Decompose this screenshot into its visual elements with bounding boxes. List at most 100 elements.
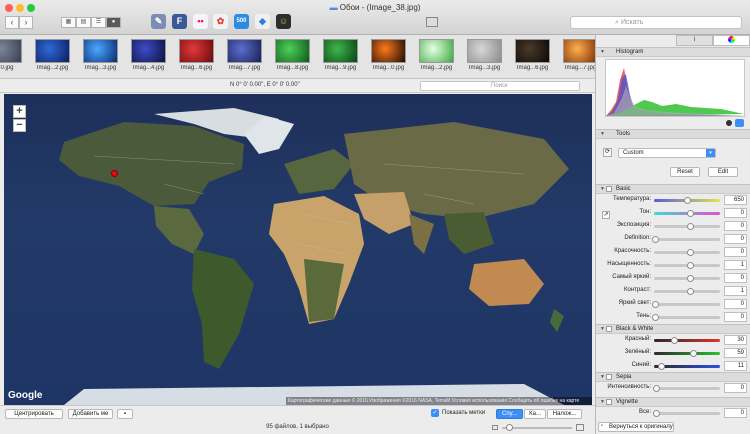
zoom-in-button[interactable]: + [13,105,26,118]
slider-track[interactable] [654,262,720,269]
thumbnail-size-knob[interactable] [506,424,513,431]
slider-knob[interactable] [652,314,660,321]
slider-track[interactable] [654,223,720,230]
slider-value-field[interactable]: 0 [724,383,747,393]
tab-adjust[interactable] [713,35,750,46]
slider-knob[interactable] [689,350,697,357]
thumbnail-image[interactable] [563,39,595,63]
reset-button[interactable]: Reset [670,167,700,177]
center-button[interactable]: Центрировать [5,409,63,419]
slider-knob[interactable] [687,288,695,295]
thumbnail-image[interactable] [0,39,22,63]
slider-track[interactable] [653,410,720,417]
slider-track[interactable] [652,301,720,308]
revert-button[interactable]: Вернуться к оригиналу [598,422,674,432]
search-field[interactable]: ⌕ Искать [570,16,742,29]
slider-value-field[interactable]: 59 [724,348,747,358]
slider-track[interactable] [654,363,720,370]
revert-checkbox[interactable]: ▫ [598,422,606,432]
filmstrip-view-icon[interactable]: ▤ [76,17,91,28]
slider-knob[interactable] [653,410,660,417]
thumbnail-image[interactable] [515,39,550,63]
back-button[interactable]: ‹ [5,16,19,29]
slider-knob[interactable] [684,197,691,204]
slider-track[interactable] [654,210,720,217]
dropbox-icon[interactable]: ◆ [255,14,270,29]
map-tab[interactable]: Ка... [524,409,546,419]
add-location-button[interactable]: Добавить ме [68,409,113,419]
lock-icon[interactable]: ▪ [117,409,133,419]
slider-value-field[interactable]: 1 [724,260,747,270]
flickr-icon[interactable]: •• [193,14,208,29]
bw-checkbox[interactable] [606,326,612,332]
slider-value-field[interactable]: 650 [724,195,747,205]
list-view-icon[interactable]: ☰ [91,17,106,28]
eyedropper-icon[interactable]: ↗ [602,211,610,219]
settings-icon[interactable] [726,120,732,126]
thumbnail-image[interactable] [371,39,406,63]
slider-value-field[interactable]: 0 [724,221,747,231]
rotate-icon[interactable]: ⟳ [603,148,612,157]
slider-knob[interactable] [687,223,695,230]
satellite-tab[interactable]: Спу... [496,409,523,419]
slider-track[interactable] [654,275,720,282]
basic-header[interactable]: ▼ Basic [596,184,750,194]
grid-view-icon[interactable]: ▦ [61,17,76,28]
thumbnail-image[interactable] [83,39,118,63]
slider-track[interactable] [653,385,720,392]
thumbnail-image[interactable] [323,39,358,63]
slideshow-icon[interactable] [426,17,438,27]
slider-value-field[interactable]: 0 [724,234,747,244]
slider-knob[interactable] [670,337,678,344]
slider-value-field[interactable]: 1 [724,286,747,296]
slider-value-field[interactable]: 0 [724,208,747,218]
slider-knob[interactable] [687,275,695,282]
sepia-header[interactable]: ▼ Sepia [596,372,750,382]
thumbnail-size-slider[interactable] [502,424,572,431]
forward-button[interactable]: › [19,16,33,29]
preset-select[interactable]: Custom ▾ [618,148,716,158]
tab-info[interactable]: i [676,35,713,46]
slider-track[interactable] [654,350,720,357]
slider-track[interactable] [654,288,720,295]
tools-header[interactable]: ▼ Tools [596,129,750,139]
thumbnail-image[interactable] [131,39,166,63]
thumbnail-image[interactable] [227,39,262,63]
slider-value-field[interactable]: 0 [724,299,747,309]
facebook-icon[interactable]: F [172,14,187,29]
sepia-checkbox[interactable] [606,374,612,380]
map-view-icon[interactable]: ● [106,17,121,28]
slider-knob[interactable] [687,210,695,217]
slider-value-field[interactable]: 30 [724,335,747,345]
vignette-checkbox[interactable] [606,399,612,405]
slider-knob[interactable] [687,262,695,269]
thumbnail-image[interactable] [419,39,454,63]
show-labels-checkbox[interactable]: ✓ [431,409,439,417]
slider-track[interactable] [652,236,720,243]
location-pin-icon[interactable] [111,170,118,177]
slider-knob[interactable] [653,385,660,392]
slider-value-field[interactable]: 11 [724,361,747,371]
slider-track[interactable] [652,314,720,321]
preview-app-icon[interactable]: ✎ [151,14,166,29]
slider-value-field[interactable]: 0 [724,273,747,283]
world-map[interactable]: + − Google Картографические данные © 201… [4,94,592,405]
histogram-header[interactable]: ▼ Histogram [596,47,750,57]
thumbnail-image[interactable] [467,39,502,63]
slider-knob[interactable] [652,236,660,243]
slider-track[interactable] [654,249,720,256]
smugmug-icon[interactable]: ☺ [276,14,291,29]
500px-icon[interactable]: 500 [234,14,249,29]
bw-header[interactable]: ▼ Black & White [596,324,750,334]
slider-track[interactable] [654,197,720,204]
slider-value-field[interactable]: 0 [724,312,747,322]
slider-knob[interactable] [652,301,660,308]
edit-button[interactable]: Edit [708,167,738,177]
thumbnail-image[interactable] [35,39,70,63]
slider-value-field[interactable]: 0 [724,247,747,257]
zoom-out-button[interactable]: − [13,119,26,132]
histogram-options-dropdown[interactable] [735,119,744,127]
photos-icon[interactable]: ✿ [213,14,228,29]
thumbnail-image[interactable] [275,39,310,63]
slider-knob[interactable] [687,249,695,256]
